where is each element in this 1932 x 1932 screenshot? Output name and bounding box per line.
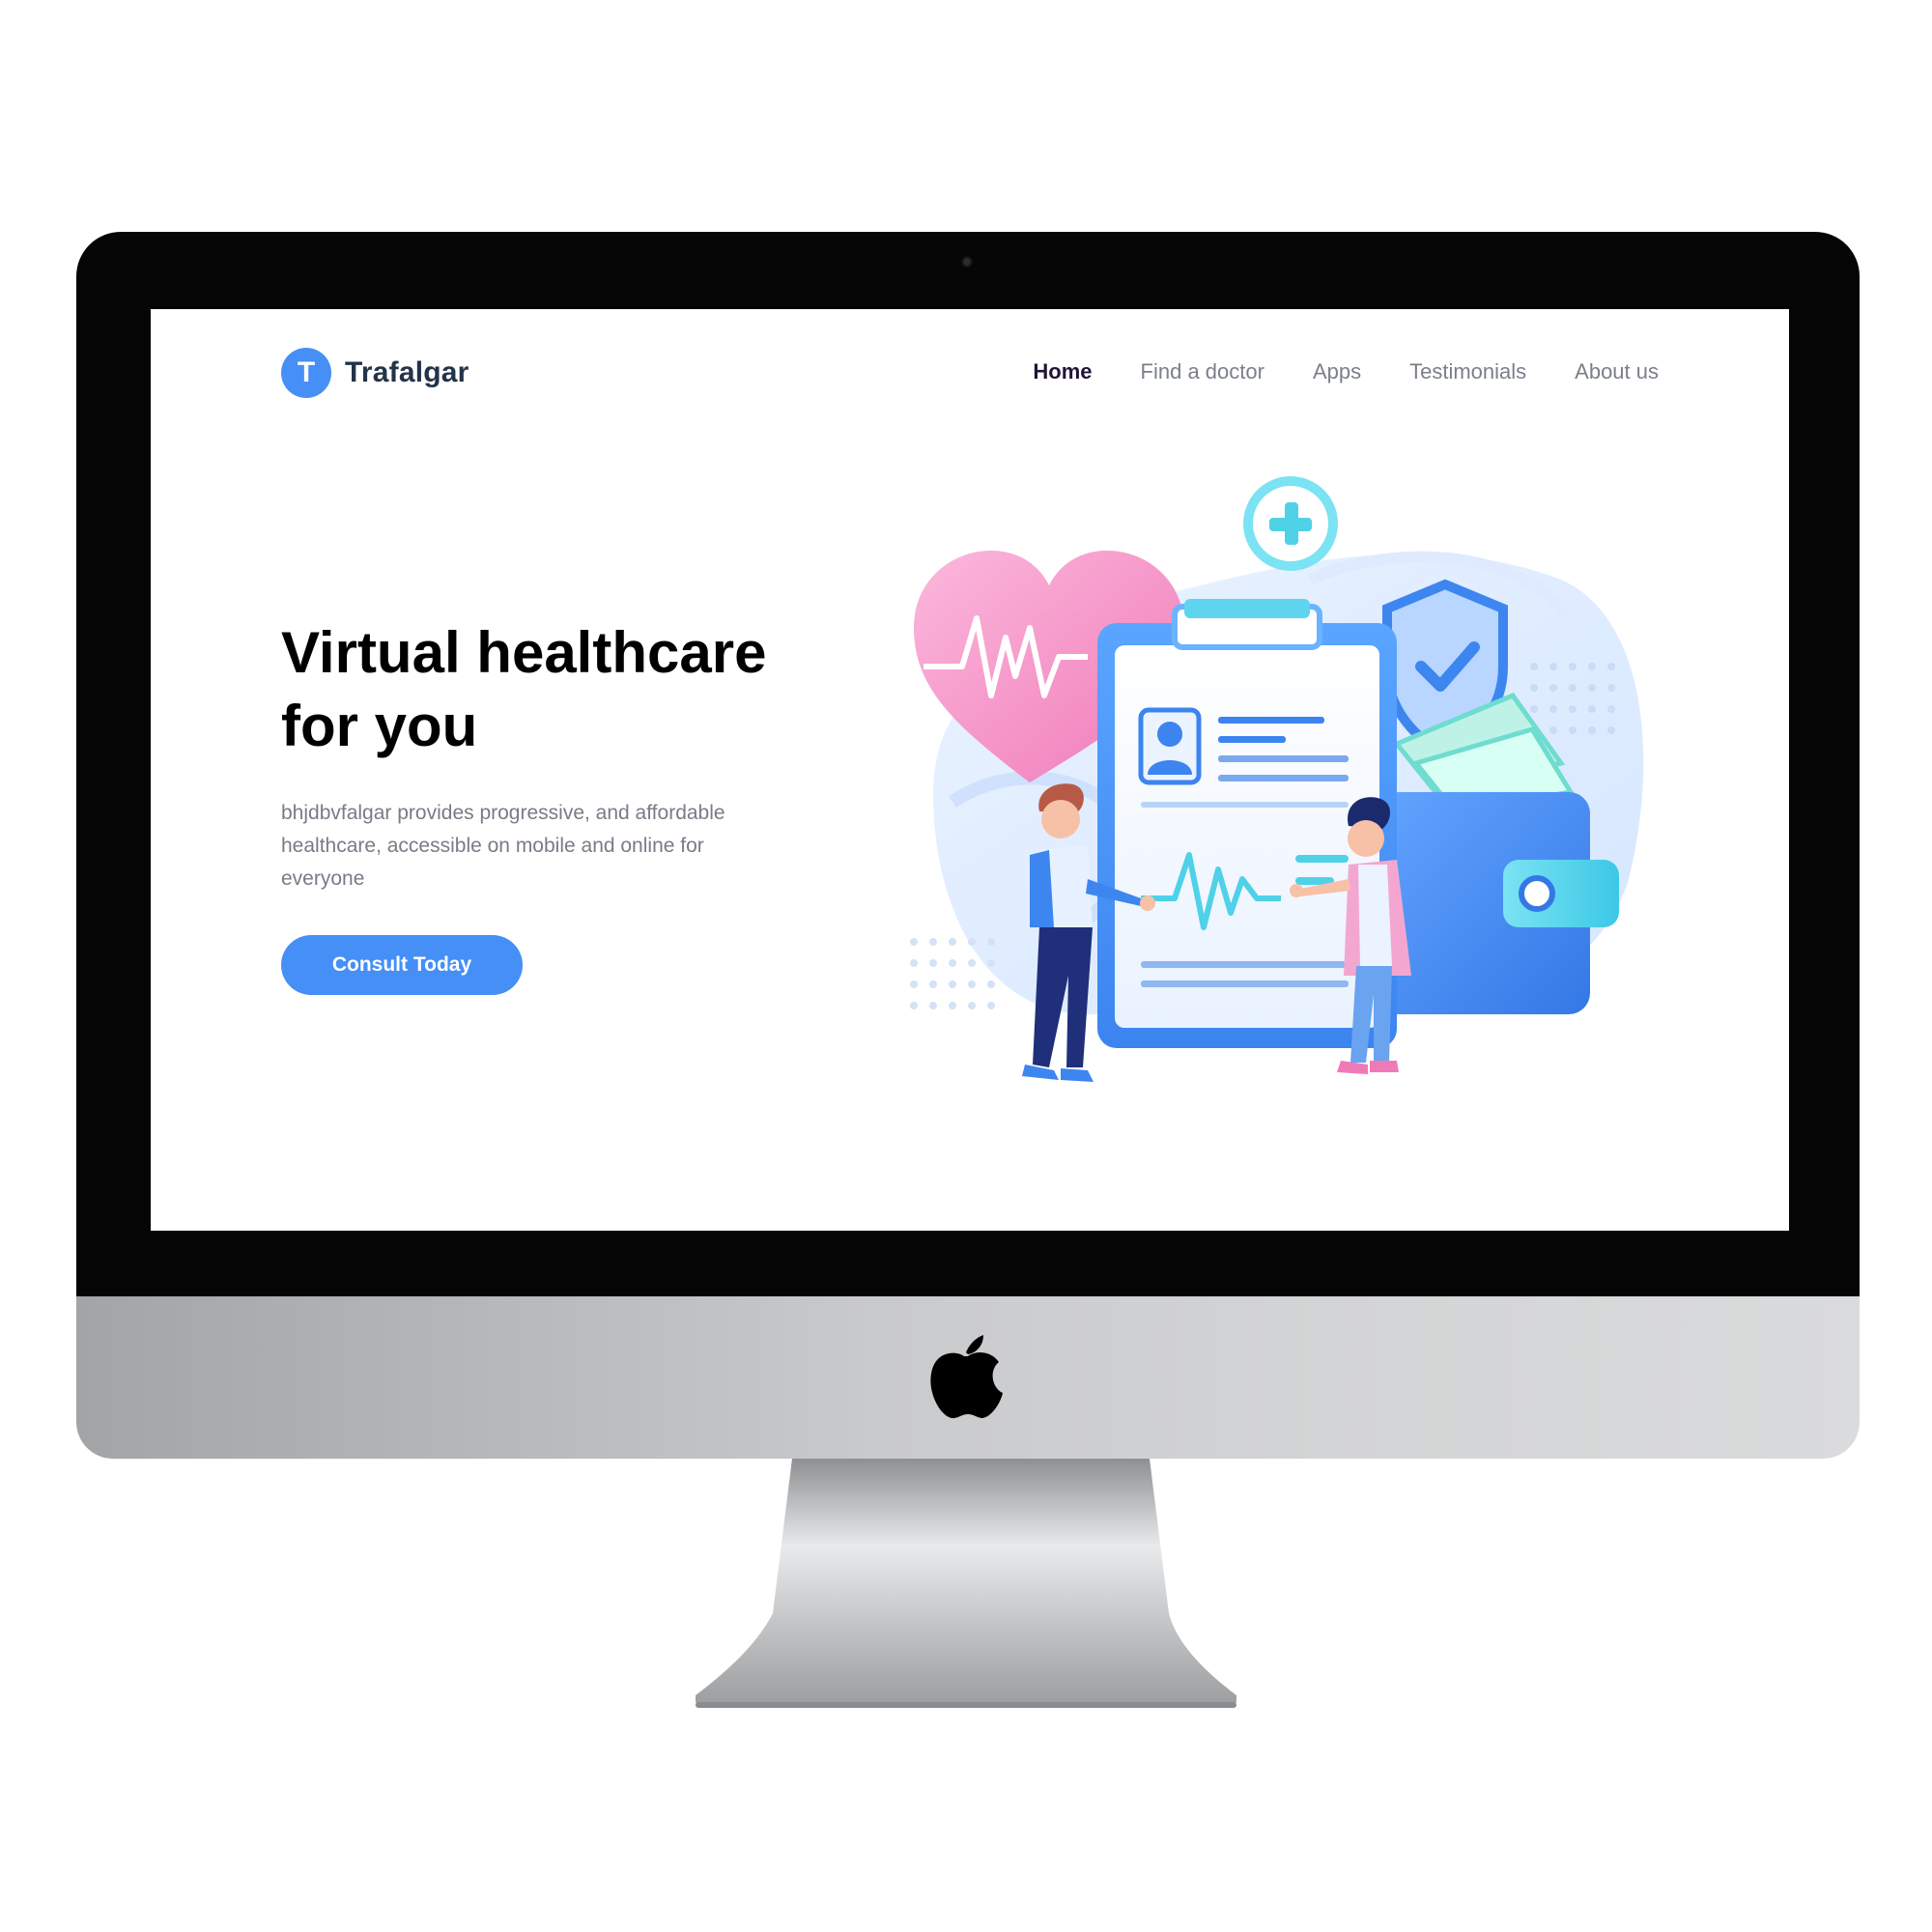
logo-mark-icon: T [281, 348, 331, 398]
monitor-stand [696, 1459, 1236, 1708]
browser-viewport: T Trafalgar Home Find a doctor Apps Test… [151, 309, 1789, 1231]
hero-title: Virtual healthcare for you [281, 616, 822, 763]
brand-name: Trafalgar [345, 356, 469, 388]
consult-today-button[interactable]: Consult Today [281, 935, 523, 995]
main-nav: Home Find a doctor Apps Testimonials Abo… [1033, 359, 1659, 384]
brand-logo[interactable]: T Trafalgar [281, 348, 469, 398]
hero-title-line-1: Virtual healthcare [281, 620, 767, 685]
nav-about-us[interactable]: About us [1575, 359, 1659, 384]
hero-description: bhjdbvfalgar provides progressive, and a… [281, 802, 725, 890]
healthcare-illustration [910, 476, 1644, 1082]
apple-logo-icon [930, 1335, 1003, 1419]
nav-home[interactable]: Home [1033, 359, 1092, 384]
medical-plus-icon [1243, 476, 1338, 571]
camera-icon [961, 256, 973, 268]
nav-testimonials[interactable]: Testimonials [1409, 359, 1526, 384]
nav-find-a-doctor[interactable]: Find a doctor [1141, 359, 1264, 384]
nav-apps[interactable]: Apps [1313, 359, 1361, 384]
hero-title-line-2: for you [281, 694, 478, 758]
